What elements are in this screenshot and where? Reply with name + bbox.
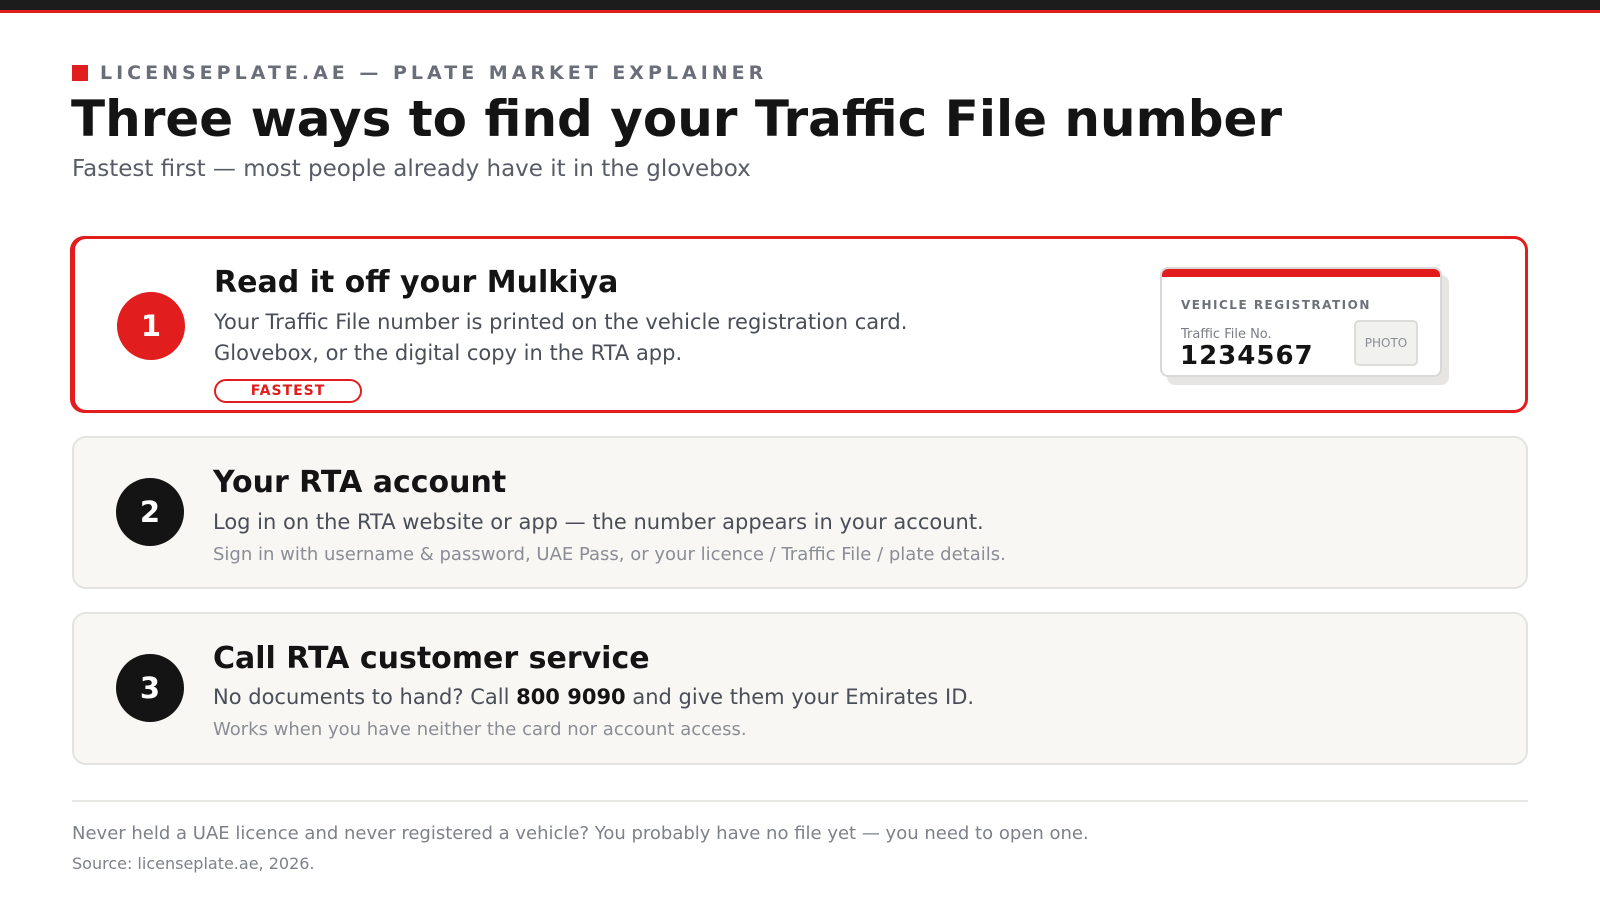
page-title: Three ways to find your Traffic File num…: [71, 90, 1283, 148]
step-card-rta-account: 2 Your RTA account Log in on the RTA web…: [72, 436, 1528, 589]
step-description: Log in on the RTA website or app — the n…: [213, 510, 984, 534]
step-card-customer-service: 3 Call RTA customer service No documents…: [72, 612, 1528, 765]
kicker: LICENSEPLATE.AE — PLATE MARKET EXPLAINER: [72, 62, 767, 84]
step-number-badge: 3: [116, 654, 184, 722]
top-accent-line: [0, 10, 1600, 13]
step-title: Read it off your Mulkiya: [214, 265, 619, 300]
step-card-mulkiya: 1 Read it off your Mulkiya Your Traffic …: [72, 236, 1528, 413]
footer-note: Never held a UAE licence and never regis…: [72, 823, 1089, 844]
rta-phone-number: 800 9090: [516, 685, 626, 709]
registration-card-illustration: VEHICLE REGISTRATION Traffic File No. 12…: [1160, 267, 1442, 377]
step-description-post: and give them your Emirates ID.: [625, 685, 975, 709]
step-note: Works when you have neither the card nor…: [213, 719, 747, 740]
step-description-pre: No documents to hand? Call: [213, 685, 517, 709]
step-title: Your RTA account: [213, 465, 507, 500]
photo-placeholder: PHOTO: [1354, 320, 1418, 366]
step-title: Call RTA customer service: [213, 641, 650, 676]
registration-card-heading: VEHICLE REGISTRATION: [1181, 298, 1371, 312]
step-description: Your Traffic File number is printed on t…: [214, 310, 908, 334]
fastest-badge: FASTEST: [214, 379, 362, 403]
footer-divider: [72, 800, 1528, 802]
page-subtitle: Fastest first — most people already have…: [72, 156, 751, 182]
kicker-text: LICENSEPLATE.AE — PLATE MARKET EXPLAINER: [100, 62, 768, 84]
traffic-file-label: Traffic File No.: [1181, 327, 1272, 342]
kicker-square-icon: [72, 65, 88, 81]
registration-card-stripe: [1162, 269, 1440, 277]
step-number-badge: 1: [117, 292, 185, 360]
top-bar: [0, 0, 1600, 10]
source-credit: Source: licenseplate.ae, 2026.: [72, 854, 315, 873]
step-note: Sign in with username & password, UAE Pa…: [213, 544, 1006, 565]
step-description-2: Glovebox, or the digital copy in the RTA…: [214, 341, 683, 365]
step-description: No documents to hand? Call 800 9090 and …: [213, 685, 974, 709]
traffic-file-number: 1234567: [1180, 341, 1314, 371]
step-number-badge: 2: [116, 478, 184, 546]
